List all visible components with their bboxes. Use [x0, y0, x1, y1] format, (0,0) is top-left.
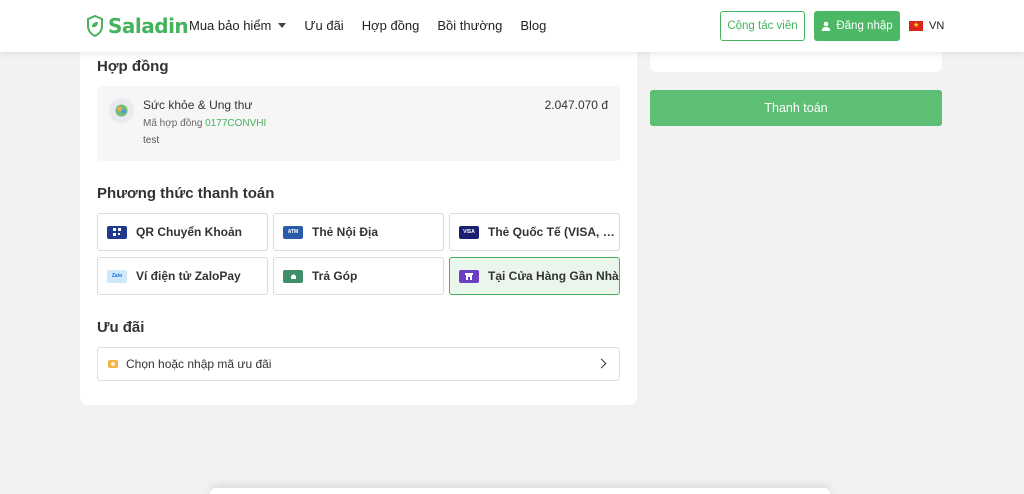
payment-option-label: Tại Cửa Hàng Gần Nhà: [488, 269, 619, 283]
logo-text: Saladin: [108, 14, 189, 38]
nav-offers[interactable]: Ưu đãi: [304, 18, 343, 33]
payment-option-label: Trả Góp: [312, 269, 358, 283]
top-header: Saladin Mua bảo hiểm Ưu đãi Hợp đồng Bồi…: [0, 0, 1024, 52]
collaborator-button-label: Cộng tác viên: [727, 20, 798, 32]
contract-summary: Sức khỏe & Ung thư Mã hợp đồng 0177CONVH…: [97, 86, 620, 161]
language-label: VN: [929, 20, 945, 32]
nav-claims[interactable]: Bồi thường: [437, 18, 502, 33]
nav-blog-label: Blog: [520, 18, 547, 33]
main-nav: Mua bảo hiểm Ưu đãi Hợp đồng Bồi thường …: [189, 18, 564, 33]
promo-section-title: Ưu đãi: [97, 319, 145, 336]
payment-option-qr[interactable]: QR Chuyển Khoản: [97, 213, 268, 251]
nav-buy-insurance[interactable]: Mua bảo hiểm: [189, 18, 287, 33]
health-product-icon: [109, 98, 134, 123]
payment-option-label: Ví điện tử ZaloPay: [136, 269, 241, 283]
visa-card-icon: VISA: [459, 225, 479, 239]
payment-section-title: Phương thức thanh toán: [97, 185, 275, 202]
login-button[interactable]: Đăng nhập: [814, 11, 900, 41]
contract-code-value: 0177CONVHI: [205, 118, 267, 129]
saladin-logo[interactable]: Saladin: [86, 14, 189, 38]
language-selector[interactable]: VN: [909, 20, 944, 32]
installment-icon: [283, 269, 303, 283]
payment-option-label: Thẻ Nội Địa: [312, 225, 379, 239]
contract-price: 2.047.070 đ: [544, 98, 608, 112]
caret-down-icon: [278, 23, 287, 28]
ticket-icon: [108, 360, 118, 368]
payment-option-store[interactable]: Tại Cửa Hàng Gần Nhà: [449, 257, 620, 295]
pay-button[interactable]: Thanh toán: [650, 90, 942, 126]
chevron-right-icon: [596, 358, 607, 369]
contract-section-title: Hợp đồng: [97, 58, 169, 75]
payment-option-label: Thẻ Quốc Tế (VISA, MASTER, JCB): [488, 225, 619, 239]
checkout-card: Hợp đồng Sức khỏe & Ung thư Mã hợp đồng …: [80, 40, 637, 405]
collaborator-button[interactable]: Cộng tác viên: [720, 11, 805, 41]
promo-placeholder: Chọn hoặc nhập mã ưu đãi: [126, 357, 272, 371]
contract-note: test: [143, 135, 160, 146]
bottom-panel-edge: [210, 488, 830, 494]
contract-code-line: Mã hợp đồng 0177CONVHI: [143, 118, 266, 129]
atm-card-icon: ATM: [283, 225, 303, 239]
nav-contracts[interactable]: Hợp đồng: [362, 18, 420, 33]
store-icon: [459, 269, 479, 283]
payment-option-label: QR Chuyển Khoản: [136, 225, 243, 239]
qr-icon: [107, 225, 127, 239]
payment-option-international-card[interactable]: VISA Thẻ Quốc Tế (VISA, MASTER, JCB): [449, 213, 620, 251]
shield-logo-icon: [87, 15, 103, 37]
nav-blog[interactable]: Blog: [520, 18, 546, 33]
promo-code-selector[interactable]: Chọn hoặc nhập mã ưu đãi: [97, 347, 620, 381]
zalopay-icon: Zalo: [107, 269, 127, 283]
nav-claims-label: Bồi thường: [437, 18, 503, 33]
user-icon: [822, 21, 831, 31]
pay-button-label: Thanh toán: [764, 101, 828, 115]
vietnam-flag-icon: [909, 21, 923, 31]
login-button-label: Đăng nhập: [836, 20, 893, 32]
product-name: Sức khỏe & Ung thư: [143, 98, 253, 112]
nav-offers-label: Ưu đãi: [304, 18, 344, 33]
nav-contracts-label: Hợp đồng: [361, 18, 420, 33]
payment-option-zalopay[interactable]: Zalo Ví điện tử ZaloPay: [97, 257, 268, 295]
payment-option-installment[interactable]: Trả Góp: [273, 257, 444, 295]
nav-buy-insurance-label: Mua bảo hiểm: [189, 18, 272, 33]
contract-code-label: Mã hợp đồng: [143, 118, 203, 129]
payment-option-domestic-card[interactable]: ATM Thẻ Nội Địa: [273, 213, 444, 251]
